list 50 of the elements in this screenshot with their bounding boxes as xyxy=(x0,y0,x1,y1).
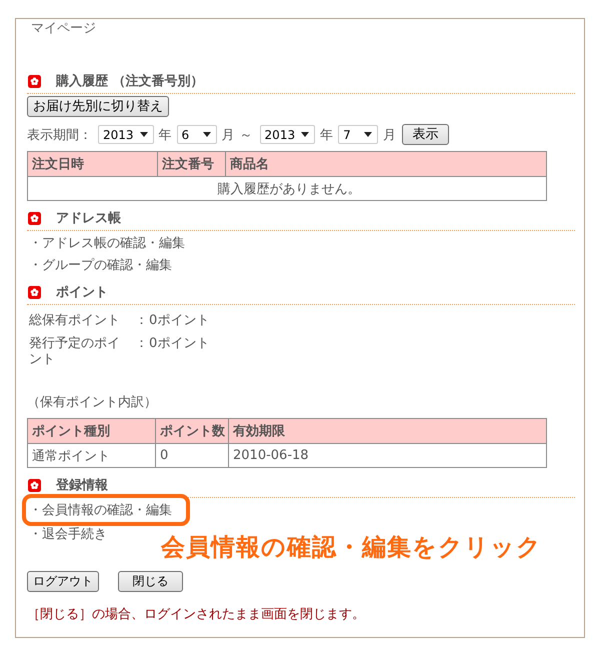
switch-button[interactable]: お届け先別に切り替え xyxy=(27,96,169,117)
heading-text: アドレス帳 xyxy=(56,210,121,227)
dropdown-select[interactable]: 2013 xyxy=(260,125,316,144)
point-label: 総保有ポイント xyxy=(29,313,120,329)
caret-icon xyxy=(140,132,148,137)
dropdown-select[interactable]: 6 xyxy=(176,125,217,144)
breakdown-title: （保有ポイント内訳） xyxy=(27,395,158,411)
column-header: 注文番号 xyxy=(158,152,226,176)
page-button[interactable]: ログアウト xyxy=(27,571,99,592)
page-title: マイページ xyxy=(31,20,97,38)
unit-label: 月 xyxy=(222,126,235,144)
note-text: ［閉じる］の場合、ログインされたまま画面を閉じます。 xyxy=(27,607,366,623)
display-button[interactable]: 表示 xyxy=(402,124,450,145)
dropdown-select[interactable]: 7 xyxy=(338,125,378,144)
heading-text: 購入履歴 （注文番号別） xyxy=(56,72,204,90)
heading-text: 登録情報 xyxy=(56,477,108,494)
colon-separator: ： xyxy=(134,313,148,329)
period-label: 表示期間： xyxy=(27,126,92,144)
flower-icon xyxy=(28,286,41,298)
range-separator: ～ xyxy=(240,126,253,144)
unit-label: 年 xyxy=(158,126,172,144)
flower-icon xyxy=(28,478,41,492)
flower-icon xyxy=(28,74,41,88)
table-cell: 2010-06-18 xyxy=(228,444,546,468)
column-header: 商品名 xyxy=(226,152,546,176)
caret-icon xyxy=(301,132,310,137)
colon-separator: ： xyxy=(134,336,148,353)
point-value: 0ポイント xyxy=(149,313,210,329)
flower-icon xyxy=(28,212,41,224)
heading-text: ポイント xyxy=(56,284,108,301)
unit-label: 年 xyxy=(320,126,334,144)
menu-link[interactable]: ・グループの確認・編集 xyxy=(29,255,172,277)
column-header: 有効期限 xyxy=(228,418,546,444)
column-header: ポイント種別 xyxy=(28,418,156,444)
point-label: 発行予定のポイント xyxy=(29,336,121,368)
dropdown-select[interactable]: 2013 xyxy=(98,125,154,144)
menu-link[interactable]: ・アドレス帳の確認・編集 xyxy=(29,233,185,255)
column-header: 注文日時 xyxy=(28,152,158,176)
menu-link[interactable]: ・退会手続き xyxy=(29,524,107,546)
callout-text: 会員情報の確認・編集をクリック xyxy=(161,532,542,562)
page-button[interactable]: 閉じる xyxy=(118,571,183,592)
point-value: 0ポイント xyxy=(149,336,210,353)
caret-icon xyxy=(364,132,372,137)
table-cell: 通常ポイント xyxy=(28,444,156,468)
caret-icon xyxy=(202,132,211,137)
empty-message: 購入履歴がありません。 xyxy=(28,176,546,200)
menu-link[interactable]: ・会員情報の確認・編集 xyxy=(29,500,172,522)
table-cell: 0 xyxy=(156,444,228,468)
column-header: ポイント数 xyxy=(156,418,228,444)
unit-label: 月 xyxy=(383,126,396,144)
